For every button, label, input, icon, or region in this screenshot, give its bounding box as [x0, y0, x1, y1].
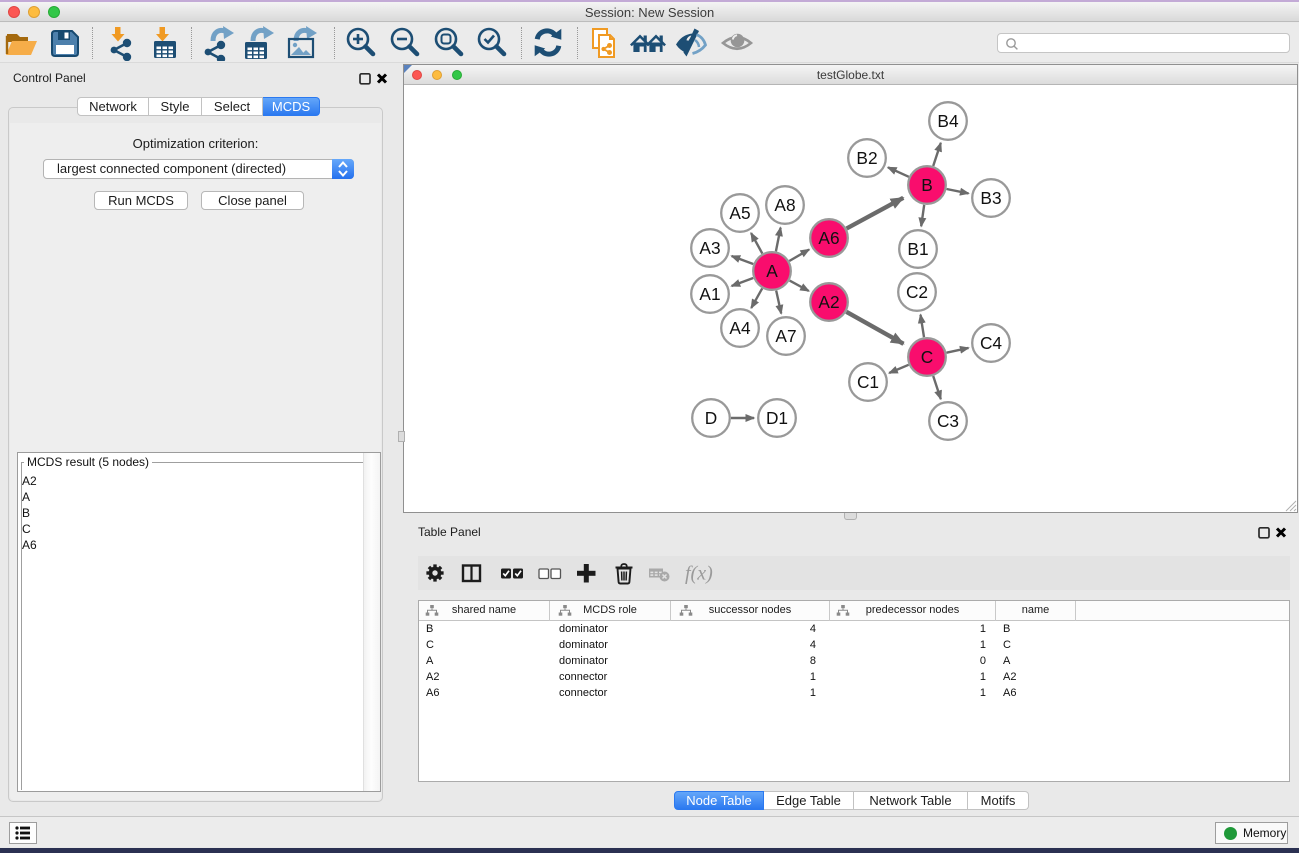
svg-text:A8: A8 — [774, 195, 795, 215]
svg-text:B3: B3 — [980, 188, 1001, 208]
svg-text:B: B — [921, 175, 933, 195]
svg-text:D1: D1 — [766, 408, 788, 428]
svg-text:A3: A3 — [699, 238, 720, 258]
svg-text:A5: A5 — [729, 203, 750, 223]
svg-text:A1: A1 — [699, 284, 720, 304]
svg-text:C1: C1 — [857, 372, 879, 392]
svg-text:B1: B1 — [907, 239, 928, 259]
svg-text:D: D — [705, 408, 717, 428]
svg-text:A4: A4 — [729, 318, 751, 338]
svg-text:C2: C2 — [906, 282, 928, 302]
svg-text:C: C — [921, 347, 933, 367]
svg-text:B2: B2 — [856, 148, 877, 168]
svg-text:C4: C4 — [980, 333, 1002, 353]
svg-text:A2: A2 — [818, 292, 839, 312]
svg-text:B4: B4 — [937, 111, 959, 131]
svg-text:C3: C3 — [937, 411, 959, 431]
svg-text:f(x): f(x) — [685, 563, 713, 585]
svg-text:A: A — [766, 261, 778, 281]
svg-text:A6: A6 — [818, 228, 839, 248]
svg-text:A7: A7 — [775, 326, 796, 346]
